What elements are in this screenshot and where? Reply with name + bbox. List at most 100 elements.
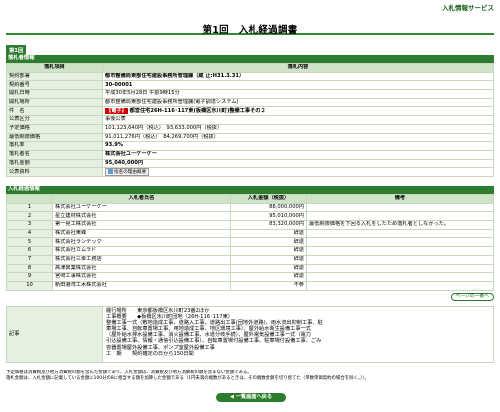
info-label: 公表資料 — [6, 167, 103, 178]
page-title: 第1回 入札経過調書 — [202, 25, 298, 36]
bid-row: 8 高津興業株式会社 辞退 — [6, 263, 494, 274]
info-label: 公表区分 — [6, 115, 103, 125]
bid-amount: 88,000,000円 — [230, 202, 307, 213]
bid-row: 4 株式会社東峰 辞退 — [6, 228, 494, 239]
bid-row: 6 株式会社カムラド 辞退 — [6, 246, 494, 256]
info-value: 95,040,000円 — [105, 159, 144, 166]
info-row: 開札場所 都市整備局東部住宅建設事務所管理課(電子調達システム) — [6, 97, 494, 108]
info-value-cell: 91,011,276円（税込） 84,269,700円（税抜） — [102, 132, 494, 143]
bid-no: 7 — [6, 254, 53, 265]
service-label: 入札情報サービス — [442, 4, 494, 12]
title-bar: 第1回 入札経過調書 — [6, 13, 494, 36]
document-icon — [108, 169, 113, 175]
info-value: 平成30年5月28日 午前9時15分 — [105, 90, 180, 97]
col-content-header: 落札内容 — [102, 63, 494, 73]
info-row: 件 名【電子】 都営住宅26H-116･117東(板橋区氷川町)整備工事その２ — [6, 106, 494, 117]
col-amount-header: 入札金額（税抜） — [230, 194, 307, 204]
bid-no: 1 — [6, 202, 53, 213]
bid-amount: 辞退 — [230, 237, 307, 248]
tab-round-1[interactable]: 第1回 — [6, 45, 27, 55]
info-value: 都市整備局東部住宅建設事務所管理課(電子調達システム) — [105, 98, 239, 105]
bid-remarks — [306, 246, 494, 256]
info-label: 契約部署 — [6, 71, 103, 82]
bid-no: 9 — [6, 272, 53, 282]
bid-amount: 辞退 — [230, 272, 307, 282]
bid-no: 3 — [6, 220, 53, 230]
info-value: 株式会社ユーケーケー — [105, 151, 157, 158]
info-value: 事後公表 — [105, 116, 126, 123]
col-name-header: 入札者氏名 — [52, 194, 231, 204]
bid-remarks — [306, 254, 494, 265]
info-value-cell: 平成30年5月28日 午前9時15分 — [102, 89, 494, 99]
bidder-name: 第一晃工株式会社 — [52, 220, 231, 230]
bidder-name: 株式会社ユーケーケー — [52, 202, 231, 213]
info-value-cell: 30-00001 — [102, 80, 494, 91]
info-row: 落札金額 95,040,000円 — [6, 158, 494, 169]
kiji-line: 工 期 契約確定の日から150日間 — [106, 350, 194, 357]
info-label: 落札者名 — [6, 149, 103, 160]
info-label: 落札金額 — [6, 158, 103, 169]
bid-no: 8 — [6, 263, 53, 274]
info-label: 最低制限価格 — [6, 132, 103, 143]
col-item-header: 落札項目 — [6, 63, 103, 73]
info-value: 30-00001 — [105, 81, 133, 88]
info-row: 落札者名 株式会社ユーケーケー — [6, 149, 494, 160]
bid-remarks: 最低制限価格を下回る入札をしたため落札者としなかった。 — [306, 220, 494, 230]
info-value-cell: 都市整備局東部住宅建設事務所管理課(電子調達システム) — [102, 97, 494, 108]
info-row: 落札率 93.9% — [6, 141, 494, 151]
info-row: 契約部署 都市整備局東部住宅建設事務所管理課（蔵 止:H31.3.31） — [6, 71, 494, 82]
info-value-cell: 95,040,000円 — [102, 158, 494, 169]
bid-amount: 辞退 — [230, 228, 307, 239]
info-label: 件 名 — [6, 106, 103, 117]
info-value-cell: 事後公表 — [102, 115, 494, 125]
footnotes: 予定価格は消費税及び地方消費税の額を含んだ金額であり、入札金額は、消費税及び地方… — [6, 370, 494, 382]
info-value: 都営住宅26H-116･117東(板橋区氷川町)整備工事その２ — [129, 107, 266, 114]
info-row: 予定価格 101,123,640円（税込） 93,633,000円（税抜） — [6, 123, 494, 134]
bid-remarks — [306, 228, 494, 239]
bid-row: 10 新田港湾工木株式会社 不参 — [6, 280, 494, 291]
bid-no: 10 — [6, 280, 53, 291]
info-row: 開札日時 平成30年5月28日 午前9時15分 — [6, 89, 494, 99]
bid-remarks — [306, 272, 494, 282]
info-value-cell: 93.9% — [102, 141, 494, 151]
info-row: 公表資料 指名の理由概要 — [6, 167, 494, 178]
bidder-name: 星立建材株式会社 — [52, 211, 231, 222]
bid-amount: 不参 — [230, 280, 307, 291]
winner-section-title: 落札者情報 — [6, 55, 494, 63]
info-value-cell: 都市整備局東部住宅建設事務所管理課（蔵 止:H31.3.31） — [102, 71, 494, 82]
page-top-button[interactable]: ページの一番へ — [450, 292, 494, 301]
electronic-tag: 【電子】 — [105, 107, 128, 114]
bidder-name: 新田港湾工木株式会社 — [52, 280, 231, 291]
col-no-header — [6, 194, 53, 204]
top-bar: 入札情報サービス — [0, 0, 500, 13]
info-value: 101,123,640円（税込） 93,633,000円（税抜） — [105, 125, 223, 132]
info-label: 予定価格 — [6, 123, 103, 134]
bid-amount: 95,010,000円 — [230, 211, 307, 222]
winner-info-section: 落札者情報 落札項目 落札内容 契約部署 都市整備局東部住宅建設事務所管理課（蔵 … — [6, 55, 494, 178]
bidder-name: 宮﨑工事株式会社 — [52, 272, 231, 282]
info-value-cell: 【電子】 都営住宅26H-116･117東(板橋区氷川町)整備工事その２ — [102, 106, 494, 117]
info-row: 公表区分 事後公表 — [6, 115, 494, 125]
info-label: 落札率 — [6, 141, 103, 151]
info-label: 契約番号 — [6, 80, 103, 91]
bid-row: 3 第一晃工株式会社 83,320,000円 最低制限価格を下回る入札をしたため落札者… — [6, 220, 494, 230]
bidder-name: 株式会社三幸工務店 — [52, 254, 231, 265]
reason-document-button[interactable]: 指名の理由概要 — [105, 168, 150, 176]
info-value-cell: 指名の理由概要 — [102, 167, 494, 178]
kiji-label: 記事 — [6, 306, 103, 363]
bid-no: 5 — [6, 237, 53, 248]
info-value: 都市整備局東部住宅建設事務所管理課（蔵 止:H31.3.31） — [105, 72, 245, 79]
bid-progress-section: 入札経過情報 入札者氏名 入札金額（税抜） 備考 1 株式会社ユーケーケー 88,0… — [6, 186, 494, 301]
footnote-2: 落札金額は、入札金額に記載している金額に100分の8に相当する額を加算した金額で… — [6, 376, 369, 381]
info-label: 開札場所 — [6, 97, 103, 108]
bid-row: 9 宮﨑工事株式会社 辞退 — [6, 272, 494, 282]
winner-info-table: 落札項目 落札内容 契約部署 都市整備局東部住宅建設事務所管理課（蔵 止:H31.… — [6, 63, 494, 178]
back-to-list-button[interactable]: ◀ 一覧画面へ戻る — [216, 393, 286, 402]
bid-amount: 辞退 — [230, 254, 307, 265]
bid-no: 2 — [6, 211, 53, 222]
bid-amount: 辞退 — [230, 263, 307, 274]
info-value-cell: 株式会社ユーケーケー — [102, 149, 494, 160]
kiji-content: 履行場所 東京都板橋区氷川町23番2ほか 工事概要 ◆板橋区氷川町団地（26H-1… — [102, 306, 494, 363]
bid-amount: 83,320,000円 — [230, 220, 307, 230]
info-row: 最低制限価格 91,011,276円（税込） 84,269,700円（税抜） — [6, 132, 494, 143]
